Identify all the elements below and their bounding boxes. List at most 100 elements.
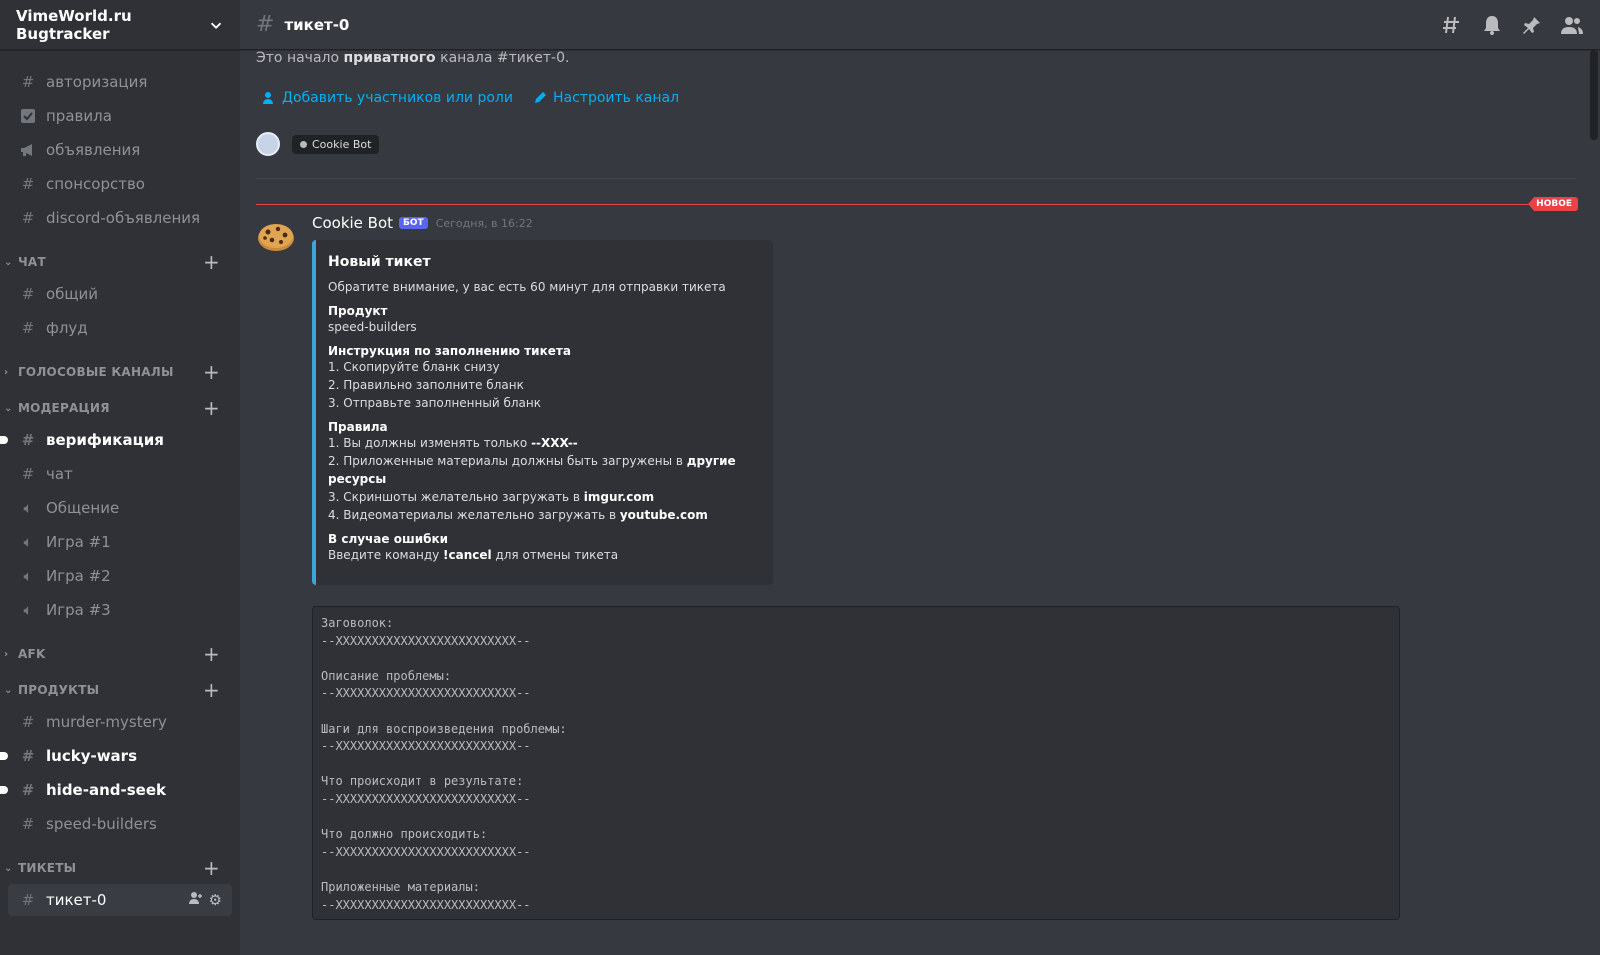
category-moderation[interactable]: ⌄ МОДЕРАЦИЯ + [0,394,240,422]
channel-item[interactable]: # discord-объявления [8,202,232,234]
invite-icon[interactable] [188,891,203,909]
bell-icon[interactable] [1480,13,1504,37]
channel-list: # авторизация правила объявления # спонсор… [0,50,240,916]
hash-icon: # [256,12,275,37]
cookie-avatar[interactable] [256,216,296,256]
channel-start-text: Это начало приватного канала #тикет-0. [256,50,570,66]
category-tickets[interactable]: ⌄ ТИКЕТЫ + [0,854,240,882]
add-channel-icon[interactable]: + [203,680,220,700]
channel-item[interactable]: # верификация [0,424,232,456]
channel-item[interactable]: правила [8,100,232,132]
channel-header: # тикет-0 [240,0,1600,50]
channel-item[interactable]: # спонсорство [8,168,232,200]
channel-actions: ⚙ [188,891,222,909]
category-afk[interactable]: › AFK + [0,640,240,668]
checkbox-icon [18,106,38,126]
category-voice[interactable]: › ГОЛОСОВЫЕ КАНАЛЫ + [0,358,240,386]
add-channel-icon[interactable]: + [203,362,220,382]
server-header[interactable]: VimeWorld.ru Bugtracker [0,0,240,50]
embed-field-value: 1. Вы должны изменять только --XXX-- 2. … [328,436,736,522]
message-embed: Новый тикет Обратите внимание, у вас ест… [312,240,773,585]
hash-icon: # [21,781,35,799]
embed-field-name: Инструкция по заполнению тикета [328,344,571,358]
hash-icon: # [21,747,35,765]
new-messages-divider [256,204,1578,205]
add-channel-icon[interactable]: + [203,858,220,878]
embed-title: Новый тикет [328,254,431,270]
configure-channel-button[interactable]: Настроить канал [533,90,679,106]
chevron-down-icon: ⌄ [4,256,13,268]
megaphone-icon [18,140,38,160]
channel-members-row: Cookie Bot [256,132,380,156]
channel-item-active[interactable]: # тикет-0 ⚙ [8,884,232,916]
scrollbar[interactable] [1590,50,1598,140]
hash-icon: # [21,431,35,449]
members-icon[interactable] [1560,13,1584,37]
channel-item[interactable]: # lucky-wars [0,740,232,772]
embed-field-name: Правила [328,420,388,434]
chat-area: Это начало приватного канала #тикет-0. Д… [240,50,1600,955]
threads-icon[interactable] [1440,13,1464,37]
channel-item[interactable]: # hide-and-seek [0,774,232,806]
server-name: VimeWorld.ru Bugtracker [16,6,132,43]
status-dot [300,140,307,148]
speaker-icon: 🔈︎ [23,533,33,551]
pencil-icon [534,92,546,103]
embed-field-name: В случае ошибки [328,532,449,546]
embed-field-name: Продукт [328,304,388,318]
channel-item[interactable]: # speed-builders [8,808,232,840]
embed-field-value: speed-builders [328,320,417,334]
message-timestamp: Сегодня, в 16:22 [435,216,533,230]
voice-channel-item[interactable]: 🔈︎ Игра #3 [8,594,232,626]
channel-sidebar: VimeWorld.ru Bugtracker # авторизация пра… [0,0,240,955]
voice-channel-item[interactable]: 🔈︎ Общение [8,492,232,524]
chevron-down-icon [210,22,222,29]
category-chat[interactable]: ⌄ ЧАТ + [0,248,240,276]
header-toolbar [1440,13,1584,37]
embed-field-value: Введите команду !cancel для отмены тикет… [328,548,619,562]
hash-icon: # [21,285,35,303]
gear-icon[interactable]: ⚙ [209,891,222,909]
speaker-icon: 🔈︎ [23,601,33,619]
embed-description: Обратите внимание, у вас есть 60 минут д… [328,280,726,294]
hash-icon: # [21,815,35,833]
chevron-down-icon: ⌄ [4,684,13,696]
channel-item[interactable]: # флуд [8,312,232,344]
add-channel-icon[interactable]: + [203,252,220,272]
hash-icon: # [21,319,35,337]
chevron-right-icon: › [4,648,9,660]
add-channel-icon[interactable]: + [203,398,220,418]
channel-item[interactable]: # общий [8,278,232,310]
category-products[interactable]: ⌄ ПРОДУКТЫ + [0,676,240,704]
chevron-down-icon: ⌄ [4,402,13,414]
code-block[interactable]: Заговолок: --XXXXXXXXXXXXXXXXXXXXXXXXX--… [312,606,1400,920]
bot-tag: БОТ [399,217,428,229]
hash-icon: # [21,209,35,227]
add-user-icon [263,92,273,104]
hash-icon: # [21,713,35,731]
message-header: Cookie Bot БОТ Сегодня, в 16:22 [312,214,533,232]
channel-item[interactable]: # чат [8,458,232,490]
speaker-icon: 🔈︎ [23,567,33,585]
embed-field-value: 1. Скопируйте бланк снизу 2. Правильно з… [328,360,541,410]
hash-icon: # [21,73,35,91]
channel-title: тикет-0 [284,15,350,34]
message-author[interactable]: Cookie Bot [312,214,393,232]
avatar[interactable] [256,132,280,156]
speaker-icon: 🔈︎ [23,499,33,517]
hash-icon: # [21,175,35,193]
add-members-button[interactable]: Добавить участников или роли [262,90,513,106]
channel-item[interactable]: # murder-mystery [8,706,232,738]
chevron-down-icon: ⌄ [4,862,13,874]
channel-quick-actions: Добавить участников или роли Настроить к… [262,90,679,106]
pin-icon[interactable] [1520,13,1544,37]
new-badge: НОВОЕ [1528,197,1578,211]
voice-channel-item[interactable]: 🔈︎ Игра #1 [8,526,232,558]
channel-item[interactable]: объявления [8,134,232,166]
voice-channel-item[interactable]: 🔈︎ Игра #2 [8,560,232,592]
member-chip[interactable]: Cookie Bot [292,134,380,154]
chevron-right-icon: › [4,366,9,378]
divider [256,178,1576,179]
add-channel-icon[interactable]: + [203,644,220,664]
channel-item[interactable]: # авторизация [8,66,232,98]
